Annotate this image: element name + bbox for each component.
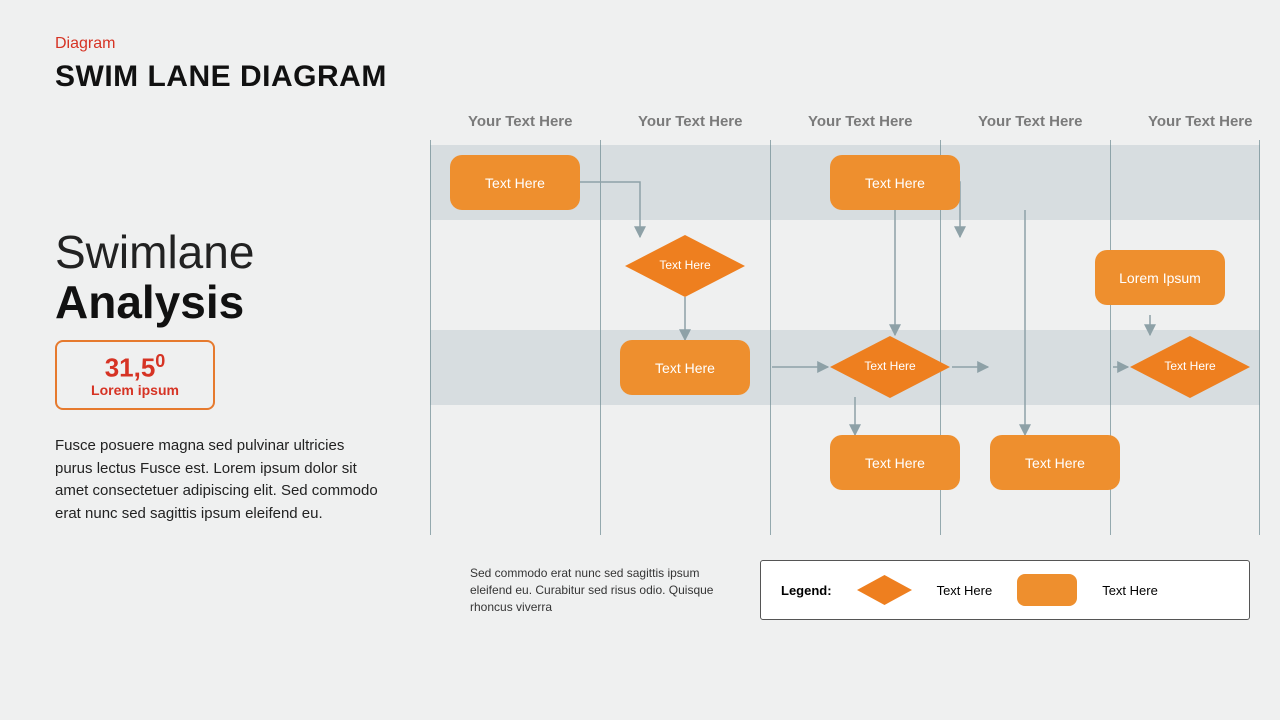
metric-box: 31,50 Lorem ipsum [55, 340, 215, 410]
heading-line2: Analysis [55, 275, 244, 329]
legend-rect-label: Text Here [1102, 583, 1158, 598]
process-rect-2[interactable]: Text Here [830, 155, 960, 210]
kicker: Diagram [55, 35, 115, 53]
process-rect-3[interactable]: Text Here [620, 340, 750, 395]
description-paragraph: Fusce posuere magna sed pulvinar ultrici… [55, 435, 385, 525]
legend-diamond-icon [857, 575, 912, 605]
process-rect-6[interactable]: Lorem Ipsum [1095, 250, 1225, 305]
footnote-text: Sed commodo erat nunc sed sagittis ipsum… [470, 565, 730, 615]
process-rect-4[interactable]: Text Here [830, 435, 960, 490]
legend-box: Legend: Text Here Text Here [760, 560, 1250, 620]
grid-line [1259, 140, 1260, 535]
metric-caption: Lorem ipsum [91, 382, 179, 398]
decision-diamond-3[interactable]: Text Here [1130, 336, 1250, 398]
page-title: SWIM LANE DIAGRAM [55, 60, 387, 94]
legend-title: Legend: [781, 583, 832, 598]
metric-value: 31,50 [105, 352, 166, 381]
column-header-2: Your Text Here [638, 113, 742, 130]
column-header-3: Your Text Here [808, 113, 912, 130]
process-rect-1[interactable]: Text Here [450, 155, 580, 210]
process-rect-5[interactable]: Text Here [990, 435, 1120, 490]
column-header-5: Your Text Here [1148, 113, 1252, 130]
grid-line [770, 140, 771, 535]
column-header-4: Your Text Here [978, 113, 1082, 130]
legend-diamond-label: Text Here [937, 583, 993, 598]
legend-rect-icon [1017, 574, 1077, 606]
decision-diamond-2[interactable]: Text Here [830, 336, 950, 398]
grid-line [430, 140, 431, 535]
grid-line [600, 140, 601, 535]
heading-line1: Swimlane [55, 225, 254, 279]
column-header-1: Your Text Here [468, 113, 572, 130]
decision-diamond-1[interactable]: Text Here [625, 235, 745, 297]
